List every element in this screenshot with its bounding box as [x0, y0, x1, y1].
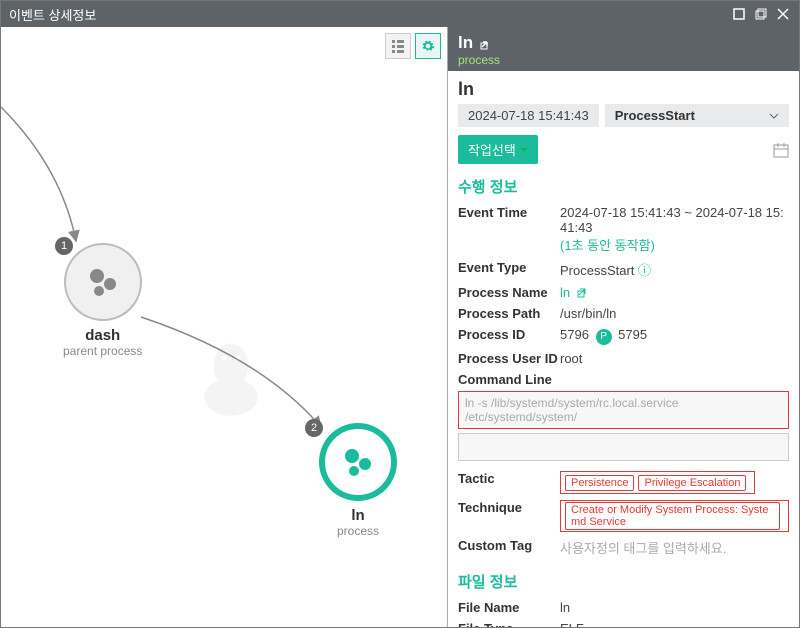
- value: ELF: [560, 621, 789, 628]
- label: Process ID: [458, 327, 560, 345]
- graph-node[interactable]: 2 ln process: [319, 423, 397, 538]
- value: ln: [560, 600, 789, 615]
- graph-node[interactable]: 1 dash parent process: [63, 243, 142, 358]
- section-exec-title: 수행 정보: [458, 176, 789, 197]
- label: Custom Tag: [458, 538, 560, 557]
- section-file-title: 파일 정보: [458, 571, 789, 592]
- event-duration-note: (1초 동안 동작함): [560, 238, 655, 253]
- node-type: process: [319, 524, 397, 538]
- parent-pid-icon: P: [596, 329, 612, 345]
- detail-proc-name: ln: [458, 33, 473, 52]
- value: 2024-07-18 15:41:43 ~ 2024-07-18 15:41:4…: [560, 205, 784, 235]
- value: ProcessStart: [560, 263, 634, 278]
- node-badge: 2: [305, 419, 323, 437]
- label: File Type: [458, 621, 560, 628]
- technique-tag[interactable]: Create or Modify System Process: Systemd…: [565, 502, 780, 530]
- value: 5795: [618, 327, 647, 342]
- node-type: parent process: [63, 344, 142, 358]
- timeline-selector[interactable]: 2024-07-18 15:41:43 ProcessStart: [458, 104, 789, 127]
- tactic-tags: PersistencePrivilege Escalation: [560, 471, 755, 494]
- command-line-extra[interactable]: [458, 433, 789, 461]
- window-titlebar: 이벤트 상세정보: [1, 1, 799, 27]
- action-dropdown[interactable]: 작업선택: [458, 135, 538, 164]
- list-view-button[interactable]: [385, 33, 411, 59]
- node-name: dash: [63, 327, 142, 344]
- detail-proc-type: process: [458, 53, 789, 67]
- label: Tactic: [458, 471, 560, 494]
- label: Event Time: [458, 205, 560, 254]
- popout-icon[interactable]: [753, 6, 769, 22]
- custom-tag-input[interactable]: 사용자정의 태그를 입력하세요.: [560, 538, 789, 557]
- process-name-link[interactable]: ln: [560, 285, 570, 300]
- settings-button[interactable]: [415, 33, 441, 59]
- label: Process User ID: [458, 351, 560, 366]
- value: root: [560, 351, 789, 366]
- external-link-icon[interactable]: [577, 288, 589, 300]
- label: Technique: [458, 500, 560, 532]
- close-icon[interactable]: [775, 6, 791, 22]
- chevron-down-icon: [769, 111, 779, 121]
- calendar-icon[interactable]: [773, 142, 789, 158]
- label: Command Line: [458, 372, 789, 387]
- value: 5796: [560, 327, 589, 342]
- label: Event Type: [458, 260, 560, 279]
- gears-icon: [64, 243, 142, 321]
- detail-pane: ln process ln 2024-07-18 15:41:43 Proces…: [447, 27, 799, 627]
- chevron-down-icon: [520, 146, 528, 154]
- node-badge: 1: [55, 237, 73, 255]
- command-line-box[interactable]: ln -s /lib/systemd/system/rc.local.servi…: [458, 391, 789, 429]
- external-link-icon[interactable]: [480, 39, 492, 51]
- value: /usr/bin/ln: [560, 306, 789, 321]
- detail-title: ln: [458, 79, 789, 100]
- timeline-event: ProcessStart: [615, 108, 695, 123]
- graph-pane[interactable]: 1 dash parent process 2 ln process: [1, 27, 447, 627]
- gears-icon: [319, 423, 397, 501]
- node-name: ln: [319, 507, 397, 524]
- help-icon[interactable]: ⓘ: [638, 263, 651, 278]
- tactic-tag[interactable]: Privilege Escalation: [638, 475, 746, 491]
- detail-header: ln process: [448, 27, 799, 71]
- maximize-icon[interactable]: [731, 6, 747, 22]
- label: Process Name: [458, 285, 560, 300]
- tactic-tag[interactable]: Persistence: [565, 475, 634, 491]
- timeline-time: 2024-07-18 15:41:43: [458, 104, 599, 127]
- window-title: 이벤트 상세정보: [9, 5, 96, 24]
- linux-watermark-icon: [196, 337, 266, 417]
- label: Process Path: [458, 306, 560, 321]
- technique-tags: Create or Modify System Process: Systemd…: [560, 500, 789, 532]
- label: File Name: [458, 600, 560, 615]
